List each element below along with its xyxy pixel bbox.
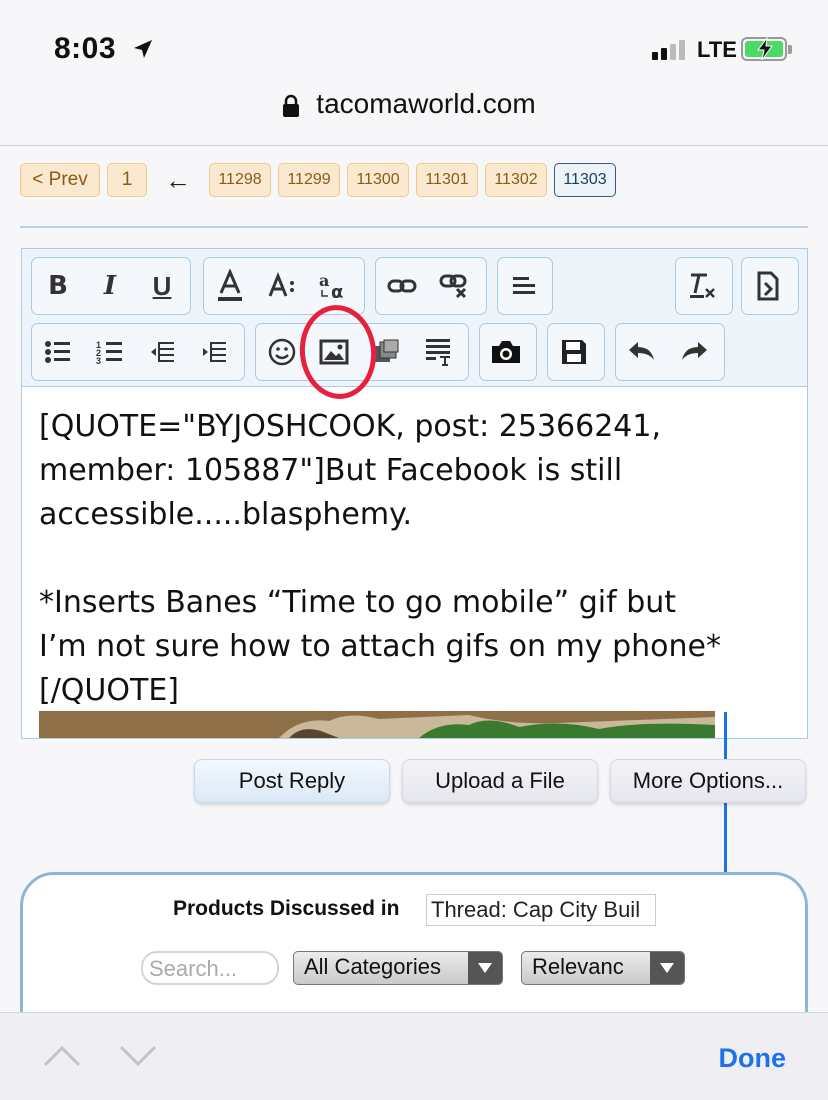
align-icon[interactable] xyxy=(498,258,550,314)
outdent-icon[interactable] xyxy=(136,324,188,380)
unlink-icon[interactable] xyxy=(428,258,480,314)
indent-icon[interactable] xyxy=(188,324,240,380)
clock: 8:03 xyxy=(54,32,117,65)
chevron-up-icon[interactable] xyxy=(42,1043,82,1069)
editor-content[interactable]: [QUOTE="BYJOSHCOOK, post: 25366241, memb… xyxy=(39,405,799,713)
pagination: < Prev 1 ← 11298 11299 11300 11301 11302… xyxy=(20,163,623,197)
link-group xyxy=(375,257,487,315)
page-button[interactable]: 11302 xyxy=(485,163,547,197)
camera-icon[interactable] xyxy=(480,324,532,380)
current-page-button[interactable]: 11303 xyxy=(554,163,616,197)
remove-format-group xyxy=(675,257,733,315)
history-group xyxy=(615,323,725,381)
camera-group xyxy=(479,323,537,381)
sort-select[interactable]: Relevanc xyxy=(521,951,685,985)
list-group: 123 xyxy=(31,323,245,381)
bold-icon[interactable]: B xyxy=(32,258,84,314)
battery-icon xyxy=(741,37,792,61)
sort-select-value: Relevanc xyxy=(532,954,624,979)
underline-icon[interactable]: U xyxy=(136,258,188,314)
bbcode-toggle-group xyxy=(741,257,799,315)
page-button[interactable]: 11301 xyxy=(416,163,478,197)
editor-toolbar: B I U aα 1 2 3 xyxy=(22,249,807,387)
link-icon[interactable] xyxy=(376,258,428,314)
products-label: Products Discussed in xyxy=(173,897,400,920)
svg-text:3: 3 xyxy=(96,356,101,364)
thread-field[interactable]: Thread: Cap City Buil xyxy=(426,894,656,926)
page-jump-arrow[interactable]: ← xyxy=(154,165,202,196)
svg-text:a: a xyxy=(319,271,329,290)
carrier-label: LTE xyxy=(697,37,737,62)
page-button[interactable]: 11298 xyxy=(209,163,271,197)
redo-icon[interactable] xyxy=(668,324,720,380)
italic-icon[interactable]: I xyxy=(84,258,136,314)
gif-preview-image xyxy=(39,711,715,738)
page-button[interactable]: 11300 xyxy=(347,163,409,197)
status-bar: 8:03 LTE xyxy=(0,0,828,92)
undo-icon[interactable] xyxy=(616,324,668,380)
rich-text-editor: B I U aα 1 2 3 [QUOTE="BYJOSHCOOK, post:… xyxy=(21,248,808,739)
align-group xyxy=(497,257,553,315)
category-select[interactable]: All Categories xyxy=(293,951,503,985)
toggle-bbcode-icon[interactable] xyxy=(742,258,794,314)
url-text: tacomaworld.com xyxy=(316,88,536,119)
save-draft-icon[interactable] xyxy=(548,324,600,380)
done-button[interactable]: Done xyxy=(719,1043,787,1074)
quote-icon[interactable] xyxy=(412,324,464,380)
upload-file-button[interactable]: Upload a File xyxy=(402,759,598,803)
svg-text:α: α xyxy=(331,282,343,302)
format-group: B I U xyxy=(31,257,191,315)
signal-bars-icon xyxy=(652,40,685,60)
text-color-icon[interactable] xyxy=(204,258,256,314)
post-reply-button[interactable]: Post Reply xyxy=(194,759,390,803)
remove-format-icon[interactable] xyxy=(676,258,728,314)
product-search-input[interactable]: Search... xyxy=(141,951,279,985)
numbered-list-icon[interactable]: 123 xyxy=(84,324,136,380)
prev-page-button[interactable]: < Prev xyxy=(20,163,100,197)
page-1-button[interactable]: 1 xyxy=(107,163,147,197)
divider xyxy=(20,226,808,228)
chevron-down-icon xyxy=(650,952,684,984)
page-button[interactable]: 11299 xyxy=(278,163,340,197)
address-bar[interactable]: tacomaworld.com xyxy=(0,80,828,146)
chevron-down-icon[interactable] xyxy=(118,1043,158,1069)
bullet-list-icon[interactable] xyxy=(32,324,84,380)
category-select-value: All Categories xyxy=(304,954,441,979)
font-size-icon[interactable] xyxy=(256,258,308,314)
more-options-button[interactable]: More Options... xyxy=(610,759,806,803)
save-group xyxy=(547,323,605,381)
keyboard-accessory-bar: Done xyxy=(0,1012,828,1100)
chevron-down-icon xyxy=(468,952,502,984)
location-arrow-icon xyxy=(134,40,152,58)
